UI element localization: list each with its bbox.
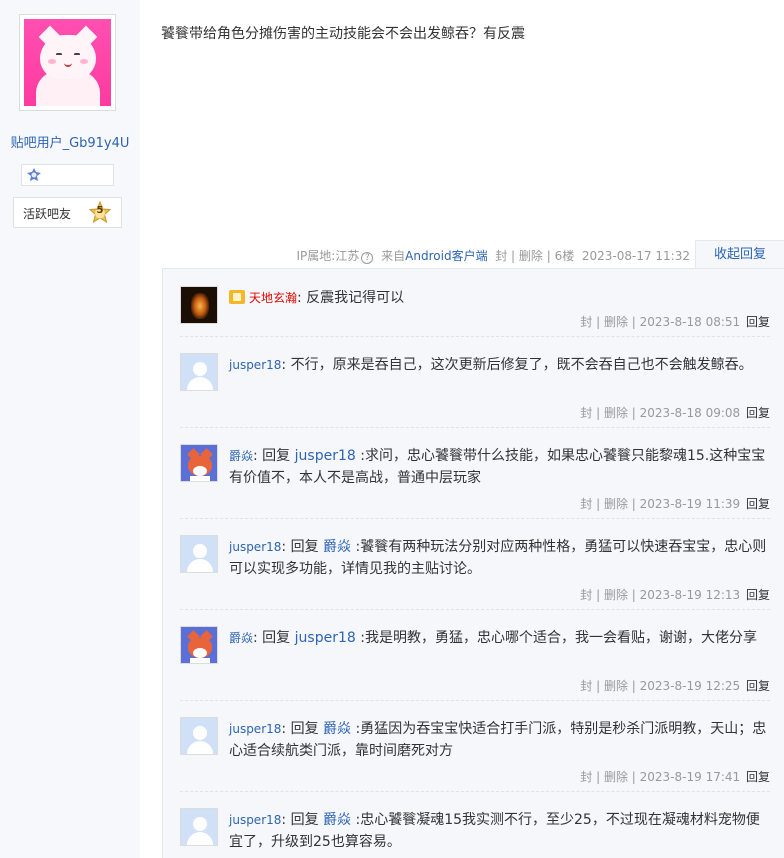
reply-username[interactable]: 爵焱 bbox=[229, 631, 253, 645]
divider bbox=[180, 700, 770, 701]
post-content: 饕餮带给角色分摊伤害的主动技能会不会出发鲸吞？有反震 bbox=[161, 26, 525, 42]
post-meta: IP属地:江苏? 来自Android客户端 封 | 删除 | 6楼 2023-0… bbox=[296, 247, 690, 264]
reply-word: : 回复 bbox=[281, 812, 324, 828]
reply-content: jusper18: 回复 爵焱 :忠心饕餮凝魂15我实测不行，至少25，不过现在… bbox=[229, 809, 770, 853]
reply-time: 2023-8-19 12:25 bbox=[639, 679, 741, 693]
reply-actions[interactable]: 封 | 删除 | bbox=[580, 315, 636, 329]
reply-actions[interactable]: 封 | 删除 | bbox=[580, 679, 636, 693]
list-item: 爵焱: 回复 jusper18 :我是明教，勇猛，忠心哪个适合，我一会看贴，谢谢… bbox=[180, 626, 770, 696]
divider bbox=[180, 518, 770, 519]
reply-content: jusper18: 不行，原来是吞自己，这次更新后修复了，既不会吞自己也不会触发… bbox=[229, 354, 770, 376]
list-item: jusper18: 回复 爵焱 :忠心饕餮凝魂15我实测不行，至少25，不过现在… bbox=[180, 808, 770, 858]
reply-time: 2023-8-19 11:39 bbox=[639, 497, 741, 511]
reply-target-user[interactable]: 爵焱 bbox=[323, 539, 351, 555]
vip-icon bbox=[229, 290, 245, 304]
reply-word: : 回复 bbox=[281, 721, 324, 737]
reply-button[interactable]: 回复 bbox=[746, 497, 770, 511]
reply-time: 2023-8-18 09:08 bbox=[639, 406, 741, 420]
list-item: jusper18: 回复 爵焱 :饕餮有两种玩法分别对应两种性格，勇猛可以快速吞… bbox=[180, 535, 770, 605]
source-client-link[interactable]: Android客户端 bbox=[405, 249, 487, 263]
fox-avatar[interactable] bbox=[180, 626, 218, 664]
reply-username[interactable]: jusper18 bbox=[229, 813, 281, 827]
reply-username[interactable]: jusper18 bbox=[229, 540, 281, 554]
reply-username[interactable]: 天地玄瀚 bbox=[249, 291, 297, 305]
reply-word: : 回复 bbox=[253, 630, 295, 646]
reply-username[interactable]: 爵焱 bbox=[229, 449, 253, 463]
reply-button[interactable]: 回复 bbox=[746, 406, 770, 420]
default-avatar[interactable] bbox=[180, 717, 218, 755]
list-item: 天地玄瀚: 反震我记得可以 封 | 删除 | 2023-8-18 08:51 回… bbox=[180, 286, 770, 348]
reply-button[interactable]: 回复 bbox=[746, 679, 770, 693]
reply-time: 2023-8-19 17:41 bbox=[639, 770, 741, 784]
author-sidebar: 贴吧用户_Gb91y4U 活跃吧友 5 bbox=[0, 0, 140, 858]
list-item: jusper18: 回复 爵焱 :勇猛因为吞宝宝快适合打手门派，特别是秒杀门派明… bbox=[180, 717, 770, 787]
badge-icon[interactable] bbox=[26, 168, 42, 182]
source-prefix: 来自 bbox=[381, 249, 406, 263]
reply-content: 爵焱: 回复 jusper18 :求问，忠心饕餮带什么技能，如果忠心饕餮只能黎魂… bbox=[229, 445, 770, 489]
author-badge-box bbox=[21, 164, 114, 186]
floor-number: 6楼 bbox=[554, 249, 575, 263]
default-avatar[interactable] bbox=[180, 808, 218, 846]
reply-meta: 封 | 删除 | 2023-8-19 17:41 回复 bbox=[580, 768, 770, 785]
reply-content: jusper18: 回复 爵焱 :饕餮有两种玩法分别对应两种性格，勇猛可以快速吞… bbox=[229, 536, 770, 580]
divider bbox=[180, 336, 770, 337]
default-avatar[interactable] bbox=[180, 353, 218, 391]
reply-actions[interactable]: 封 | 删除 | bbox=[580, 497, 636, 511]
reply-meta: 封 | 删除 | 2023-8-19 12:13 回复 bbox=[580, 586, 770, 603]
reply-text: : 不行，原来是吞自己，这次更新后修复了，既不会吞自己也不会触发鲸吞。 bbox=[281, 357, 753, 373]
reply-list: 天地玄瀚: 反震我记得可以 封 | 删除 | 2023-8-18 08:51 回… bbox=[162, 268, 784, 858]
reply-username[interactable]: jusper18 bbox=[229, 722, 281, 736]
reply-text: : 反震我记得可以 bbox=[297, 290, 405, 306]
reply-button[interactable]: 回复 bbox=[746, 315, 770, 329]
reply-actions[interactable]: 封 | 删除 | bbox=[580, 406, 636, 420]
reply-text: :我是明教，勇猛，忠心哪个适合，我一会看贴，谢谢，大佬分享 bbox=[355, 630, 757, 646]
level-title: 活跃吧友 bbox=[23, 207, 72, 221]
post-time: 2023-08-17 11:32 bbox=[581, 249, 690, 263]
reply-actions[interactable]: 封 | 删除 | bbox=[580, 770, 636, 784]
reply-meta: 封 | 删除 | 2023-8-18 09:08 回复 bbox=[580, 404, 770, 421]
reply-content: 爵焱: 回复 jusper18 :我是明教，勇猛，忠心哪个适合，我一会看贴，谢谢… bbox=[229, 627, 770, 649]
post-actions[interactable]: 封 | 删除 | bbox=[495, 249, 551, 263]
reply-content: 天地玄瀚: 反震我记得可以 bbox=[229, 287, 770, 309]
reply-time: 2023-8-18 08:51 bbox=[639, 315, 741, 329]
reply-actions[interactable]: 封 | 删除 | bbox=[580, 588, 636, 602]
reply-time: 2023-8-19 12:13 bbox=[639, 588, 741, 602]
reply-word: : 回复 bbox=[253, 448, 295, 464]
divider bbox=[180, 427, 770, 428]
reply-target-user[interactable]: jusper18 bbox=[295, 448, 356, 464]
list-item: 爵焱: 回复 jusper18 :求问，忠心饕餮带什么技能，如果忠心饕餮只能黎魂… bbox=[180, 444, 770, 514]
reply-button[interactable]: 回复 bbox=[746, 770, 770, 784]
divider bbox=[180, 609, 770, 610]
default-avatar[interactable] bbox=[180, 535, 218, 573]
reply-target-user[interactable]: 爵焱 bbox=[323, 721, 351, 737]
author-username[interactable]: 贴吧用户_Gb91y4U bbox=[0, 132, 140, 151]
post-meta-bar: IP属地:江苏? 来自Android客户端 封 | 删除 | 6楼 2023-0… bbox=[140, 240, 784, 269]
reply-meta: 封 | 删除 | 2023-8-18 08:51 回复 bbox=[580, 313, 770, 330]
fox-avatar[interactable] bbox=[180, 444, 218, 482]
divider bbox=[180, 791, 770, 792]
cat-avatar-image bbox=[24, 19, 111, 106]
reply-content: jusper18: 回复 爵焱 :勇猛因为吞宝宝快适合打手门派，特别是秒杀门派明… bbox=[229, 718, 770, 762]
reply-word: : 回复 bbox=[281, 539, 324, 555]
reply-meta: 封 | 删除 | 2023-8-19 12:25 回复 bbox=[580, 677, 770, 694]
question-icon[interactable]: ? bbox=[361, 252, 374, 264]
collapse-replies-button[interactable]: 收起回复 bbox=[695, 240, 784, 269]
author-avatar[interactable] bbox=[19, 14, 116, 111]
reply-username[interactable]: jusper18 bbox=[229, 358, 281, 372]
reply-target-user[interactable]: jusper18 bbox=[295, 630, 356, 646]
reply-button[interactable]: 回复 bbox=[746, 588, 770, 602]
member-level-box[interactable]: 活跃吧友 5 bbox=[13, 197, 122, 228]
fire-avatar[interactable] bbox=[180, 286, 218, 324]
ip-location: IP属地:江苏 bbox=[296, 249, 360, 263]
level-number: 5 bbox=[96, 205, 104, 216]
reply-meta: 封 | 删除 | 2023-8-19 11:39 回复 bbox=[580, 495, 770, 512]
reply-target-user[interactable]: 爵焱 bbox=[323, 812, 351, 828]
list-item: jusper18: 不行，原来是吞自己，这次更新后修复了，既不会吞自己也不会触发… bbox=[180, 353, 770, 423]
